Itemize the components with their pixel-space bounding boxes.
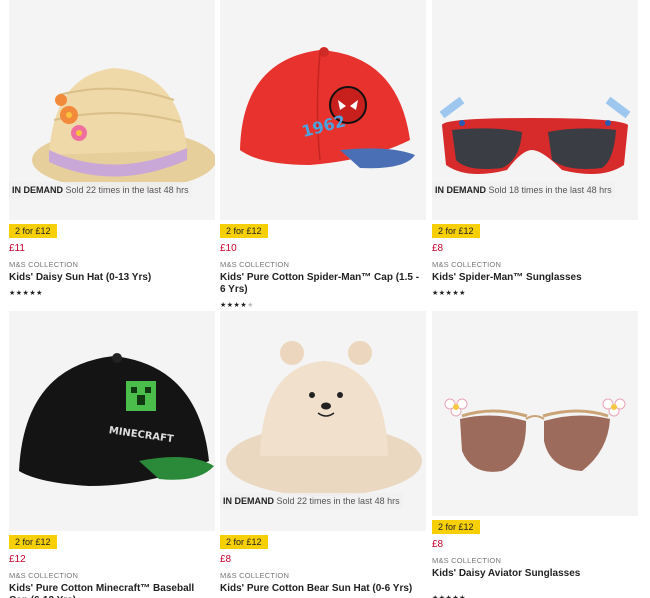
- offer-badge: 2 for £12: [9, 535, 57, 549]
- price: £11: [9, 243, 25, 254]
- product-image[interactable]: IN DEMAND Sold 22 times in the last 48 h…: [9, 0, 215, 220]
- in-demand-banner: IN DEMAND Sold 22 times in the last 48 h…: [9, 182, 192, 198]
- product-name[interactable]: Kids' Spider-Man™ Sunglasses: [432, 272, 638, 284]
- price: £8: [220, 554, 232, 565]
- product-card[interactable]: 2 for £12 £8 M&S COLLECTION Kids' Daisy …: [432, 311, 638, 598]
- product-card[interactable]: IN DEMAND Sold 22 times in the last 48 h…: [220, 311, 426, 598]
- offer-badge: 2 for £12: [432, 224, 480, 238]
- product-image[interactable]: MINECRAFT: [9, 311, 215, 531]
- price: £10: [220, 243, 237, 254]
- product-image[interactable]: [432, 311, 638, 516]
- price: £8: [432, 539, 444, 550]
- rating-stars: ★★★★★: [432, 290, 466, 297]
- brand: M&S COLLECTION: [432, 556, 502, 565]
- product-name[interactable]: Kids' Pure Cotton Spider-Man™ Cap (1.5 -…: [220, 272, 426, 296]
- brand: M&S COLLECTION: [9, 571, 79, 580]
- brand: M&S COLLECTION: [220, 571, 290, 580]
- rating-stars: ★★★★★: [9, 290, 43, 297]
- price: £8: [432, 243, 444, 254]
- product-card[interactable]: 1962 2 for £12 £10 M&S COLLECTION Kids' …: [220, 0, 426, 309]
- offer-badge: 2 for £12: [432, 520, 480, 534]
- product-card[interactable]: MINECRAFT 2 for £12 £12 M&S COLLECTION K…: [9, 311, 215, 598]
- brand: M&S COLLECTION: [220, 260, 290, 269]
- product-card[interactable]: IN DEMAND Sold 22 times in the last 48 h…: [9, 0, 215, 297]
- product-image[interactable]: IN DEMAND Sold 18 times in the last 48 h…: [432, 0, 638, 220]
- product-name[interactable]: Kids' Pure Cotton Bear Sun Hat (0-6 Yrs): [220, 583, 426, 595]
- offer-badge: 2 for £12: [220, 224, 268, 238]
- in-demand-banner: IN DEMAND Sold 18 times in the last 48 h…: [432, 182, 615, 198]
- product-card[interactable]: IN DEMAND Sold 18 times in the last 48 h…: [432, 0, 638, 297]
- product-name[interactable]: Kids' Pure Cotton Minecraft™ Baseball Ca…: [9, 583, 215, 598]
- rating-stars: ★★★★★: [432, 594, 638, 598]
- price: £12: [9, 554, 26, 565]
- product-image[interactable]: 1962: [220, 0, 426, 220]
- offer-badge: 2 for £12: [9, 224, 57, 238]
- product-name[interactable]: Kids' Daisy Aviator Sunglasses: [432, 568, 638, 580]
- product-name[interactable]: Kids' Daisy Sun Hat (0-13 Yrs): [9, 272, 215, 284]
- rating-stars: ★★★★★: [220, 302, 254, 309]
- offer-badge: 2 for £12: [220, 535, 268, 549]
- product-image[interactable]: IN DEMAND Sold 22 times in the last 48 h…: [220, 311, 426, 531]
- brand: M&S COLLECTION: [432, 260, 502, 269]
- in-demand-banner: IN DEMAND Sold 22 times in the last 48 h…: [220, 493, 403, 509]
- brand: M&S COLLECTION: [9, 260, 79, 269]
